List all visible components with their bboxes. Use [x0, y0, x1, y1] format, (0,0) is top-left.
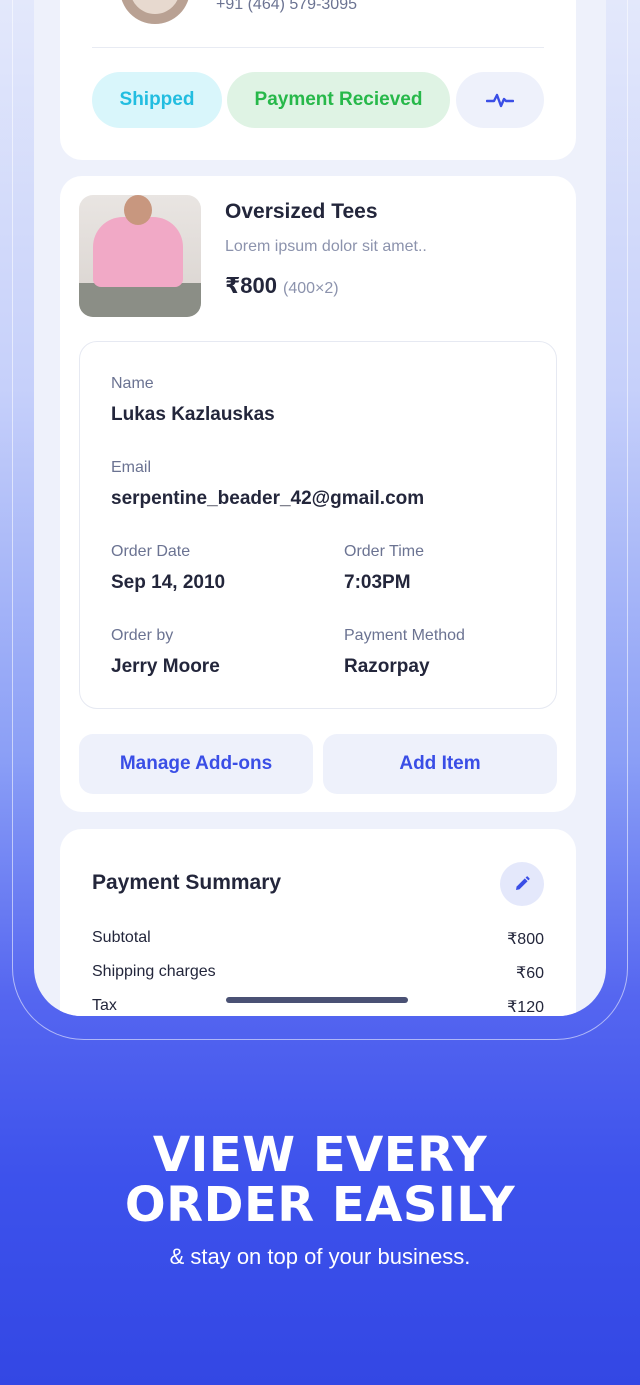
payment-summary-title: Payment Summary [92, 871, 282, 894]
order-details-box: Name Lukas Kazlauskas Email serpentine_b… [79, 341, 557, 709]
summary-row-value: ₹800 [507, 931, 544, 948]
name-label: Name [111, 375, 154, 392]
payment-method-label: Payment Method [344, 627, 465, 644]
order-date-label: Order Date [111, 543, 191, 560]
summary-row-label: Subtotal [92, 929, 151, 946]
pencil-icon [516, 876, 530, 890]
payment-summary-card: Payment Summary Subtotal ₹800 Shipping c… [60, 829, 576, 1016]
order-by-label: Order by [111, 627, 174, 644]
phone-screen: +91 (464) 579-3095 Shipped Payment Recie… [34, 0, 606, 1016]
divider [92, 47, 544, 48]
product-price-value: ₹800 [225, 273, 278, 298]
activity-button[interactable] [456, 72, 544, 128]
summary-row-label: Shipping charges [92, 963, 216, 980]
promo-headline: VIEW EVERY ORDER EASILY [0, 1130, 640, 1230]
product-image[interactable] [79, 195, 201, 317]
customer-card: +91 (464) 579-3095 Shipped Payment Recie… [60, 0, 576, 160]
payment-status-badge[interactable]: Payment Recieved [227, 72, 450, 128]
order-date-value: Sep 14, 2010 [111, 572, 226, 593]
edit-button[interactable] [500, 862, 544, 906]
manage-addons-button[interactable]: Manage Add-ons [79, 734, 313, 794]
summary-row-subtotal: Subtotal ₹800 [92, 929, 544, 949]
promo-subline: & stay on top of your business. [169, 1244, 471, 1269]
summary-row-label: Tax [92, 997, 117, 1014]
order-time-value: 7:03PM [344, 572, 411, 593]
add-item-button[interactable]: Add Item [323, 734, 557, 794]
promo-headline-line1: VIEW EVERY [152, 1127, 488, 1183]
product-description: Lorem ipsum dolor sit amet.. [225, 238, 427, 255]
order-item-card: Oversized Tees Lorem ipsum dolor sit ame… [60, 176, 576, 812]
product-price: ₹800 (400×2) [225, 273, 339, 299]
customer-phone: +91 (464) 579-3095 [216, 0, 357, 13]
product-quantity: (400×2) [283, 280, 339, 297]
activity-icon [486, 93, 514, 108]
shipped-status-badge[interactable]: Shipped [92, 72, 222, 128]
summary-row-value: ₹120 [507, 999, 544, 1016]
avatar [120, 0, 190, 24]
email-value: serpentine_beader_42@gmail.com [111, 488, 425, 509]
product-title: Oversized Tees [225, 200, 378, 223]
name-value: Lukas Kazlauskas [111, 404, 275, 425]
promo-headline-line2: ORDER EASILY [124, 1177, 516, 1233]
home-indicator [226, 997, 408, 1003]
order-by-value: Jerry Moore [111, 656, 220, 677]
summary-row-value: ₹60 [516, 965, 544, 982]
summary-row-shipping: Shipping charges ₹60 [92, 963, 544, 983]
payment-method-value: Razorpay [344, 656, 430, 677]
order-time-label: Order Time [344, 543, 425, 560]
email-label: Email [111, 459, 152, 476]
